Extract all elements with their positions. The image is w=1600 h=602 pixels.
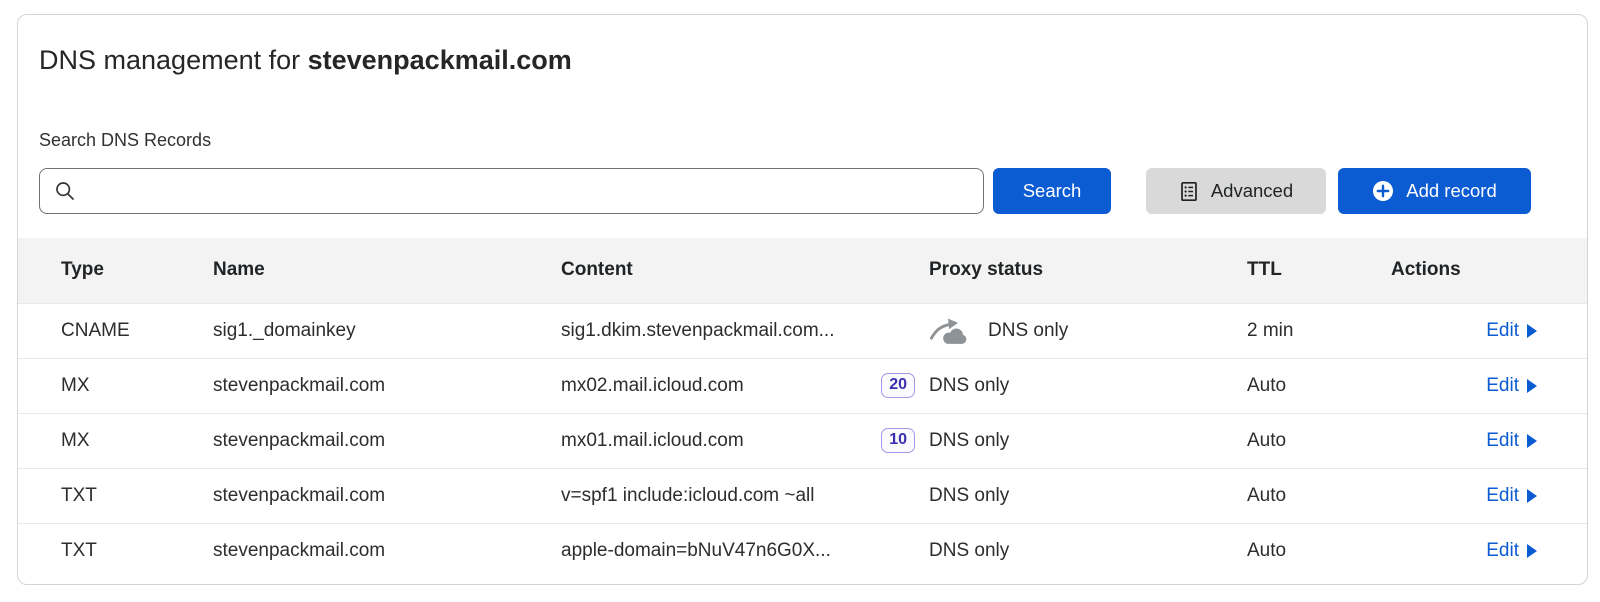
edit-link[interactable]: Edit xyxy=(1486,485,1537,507)
search-dns-records-label: Search DNS Records xyxy=(39,129,1587,151)
record-content: sig1.dkim.stevenpackmail.com... xyxy=(561,320,835,342)
chevron-right-icon xyxy=(1527,324,1537,338)
add-record-button[interactable]: Add record xyxy=(1338,168,1531,214)
record-content: v=spf1 include:icloud.com ~all xyxy=(561,485,814,507)
chevron-right-icon xyxy=(1527,379,1537,393)
record-name: sig1._domainkey xyxy=(213,303,561,358)
proxy-status: DNS only xyxy=(929,430,1009,452)
record-type: CNAME xyxy=(18,303,213,358)
column-header-name: Name xyxy=(213,238,561,303)
record-ttl: Auto xyxy=(1247,468,1391,523)
column-header-content: Content xyxy=(561,238,929,303)
edit-link-label: Edit xyxy=(1486,485,1519,507)
record-ttl: Auto xyxy=(1247,523,1391,578)
dns-only-cloud-icon xyxy=(929,316,971,345)
table-row: CNAME sig1._domainkey sig1.dkim.stevenpa… xyxy=(18,303,1587,358)
mx-priority-badge: 20 xyxy=(881,373,915,398)
record-ttl: 2 min xyxy=(1247,303,1391,358)
add-record-button-label: Add record xyxy=(1406,182,1497,201)
proxy-status: DNS only xyxy=(929,485,1009,507)
record-type: MX xyxy=(18,413,213,468)
table-row: MX stevenpackmail.com mx02.mail.icloud.c… xyxy=(18,358,1587,413)
table-row: MX stevenpackmail.com mx01.mail.icloud.c… xyxy=(18,413,1587,468)
column-header-proxy-status: Proxy status xyxy=(929,238,1247,303)
advanced-button[interactable]: Advanced xyxy=(1146,168,1326,214)
table-row: TXT stevenpackmail.com v=spf1 include:ic… xyxy=(18,468,1587,523)
edit-link[interactable]: Edit xyxy=(1486,540,1537,562)
record-type: TXT xyxy=(18,523,213,578)
search-button[interactable]: Search xyxy=(993,168,1111,214)
edit-link-label: Edit xyxy=(1486,430,1519,452)
record-name: stevenpackmail.com xyxy=(213,413,561,468)
plus-circle-icon xyxy=(1372,180,1394,202)
record-ttl: Auto xyxy=(1247,413,1391,468)
chevron-right-icon xyxy=(1527,544,1537,558)
dns-records-table: Type Name Content Proxy status TTL Actio… xyxy=(18,238,1587,578)
record-content: apple-domain=bNuV47n6G0X... xyxy=(561,540,831,562)
chevron-right-icon xyxy=(1527,434,1537,448)
edit-link[interactable]: Edit xyxy=(1486,430,1537,452)
page-title-prefix: DNS management for xyxy=(39,45,308,75)
page-title: DNS management for stevenpackmail.com xyxy=(39,43,1587,77)
chevron-right-icon xyxy=(1527,489,1537,503)
edit-link-label: Edit xyxy=(1486,375,1519,397)
record-name: stevenpackmail.com xyxy=(213,358,561,413)
record-type: TXT xyxy=(18,468,213,523)
record-content: mx01.mail.icloud.com xyxy=(561,430,744,452)
search-icon xyxy=(55,181,75,201)
dns-management-card: DNS management for stevenpackmail.com Se… xyxy=(17,14,1588,585)
mx-priority-badge: 10 xyxy=(881,428,915,453)
list-document-icon xyxy=(1179,181,1199,202)
search-box[interactable] xyxy=(39,168,984,214)
table-header-row: Type Name Content Proxy status TTL Actio… xyxy=(18,238,1587,303)
edit-link-label: Edit xyxy=(1486,540,1519,562)
column-header-actions: Actions xyxy=(1391,238,1587,303)
table-row: TXT stevenpackmail.com apple-domain=bNuV… xyxy=(18,523,1587,578)
column-header-type: Type xyxy=(18,238,213,303)
record-name: stevenpackmail.com xyxy=(213,523,561,578)
toolbar: Search Advanced Add record xyxy=(39,168,1587,214)
proxy-status: DNS only xyxy=(929,540,1009,562)
page-title-domain: stevenpackmail.com xyxy=(308,45,572,75)
search-input[interactable] xyxy=(75,169,983,213)
edit-link[interactable]: Edit xyxy=(1486,375,1537,397)
record-content: mx02.mail.icloud.com xyxy=(561,375,744,397)
column-header-ttl: TTL xyxy=(1247,238,1391,303)
record-type: MX xyxy=(18,358,213,413)
advanced-button-label: Advanced xyxy=(1211,182,1293,201)
edit-link[interactable]: Edit xyxy=(1486,320,1537,342)
proxy-status: DNS only xyxy=(929,375,1009,397)
record-ttl: Auto xyxy=(1247,358,1391,413)
edit-link-label: Edit xyxy=(1486,320,1519,342)
proxy-status: DNS only xyxy=(988,320,1068,342)
record-name: stevenpackmail.com xyxy=(213,468,561,523)
